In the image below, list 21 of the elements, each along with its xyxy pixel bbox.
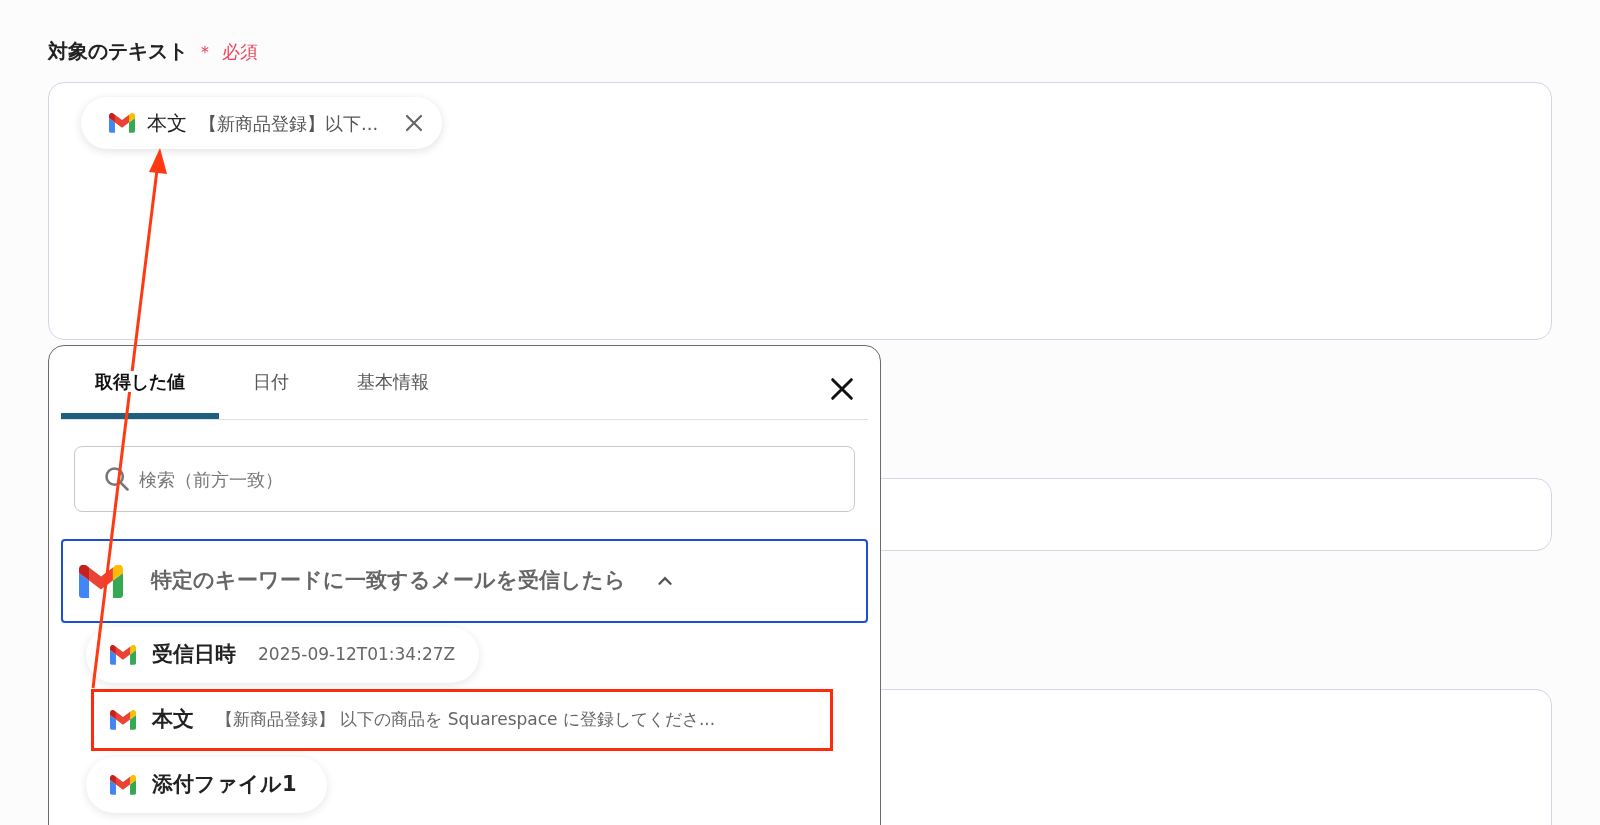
required-label: 必須 — [222, 39, 258, 64]
search-input[interactable]: 検索（前方一致） — [139, 465, 826, 493]
tab[interactable]: 日付 — [219, 345, 323, 419]
trigger-group-header[interactable]: 特定のキーワードに一致するメールを受信したら — [61, 539, 868, 623]
gmail-icon — [110, 775, 136, 795]
gmail-icon — [110, 710, 136, 730]
chip-value: 【新商品登録】以下... — [199, 111, 379, 136]
text-area[interactable]: 本文 【新商品登録】以下... — [48, 82, 1552, 340]
chip-title: 本文 — [147, 110, 187, 137]
gmail-icon — [110, 645, 136, 665]
gmail-icon — [109, 113, 135, 133]
search-field[interactable]: 検索（前方一致） — [74, 446, 855, 512]
tab[interactable]: 取得した値 — [61, 345, 219, 419]
variable-item[interactable]: 受信日時 2025-09-12T01:34:27Z — [86, 627, 480, 683]
required-mark: ＊ — [196, 39, 214, 64]
gmail-icon — [79, 564, 123, 598]
field-label: 対象のテキスト — [48, 38, 188, 65]
variable-chip[interactable]: 本文 【新商品登録】以下... — [81, 97, 443, 149]
search-icon — [103, 465, 131, 493]
variable-item[interactable]: 添付ファイル1 — [86, 757, 327, 813]
tab[interactable]: 基本情報 — [323, 345, 463, 419]
